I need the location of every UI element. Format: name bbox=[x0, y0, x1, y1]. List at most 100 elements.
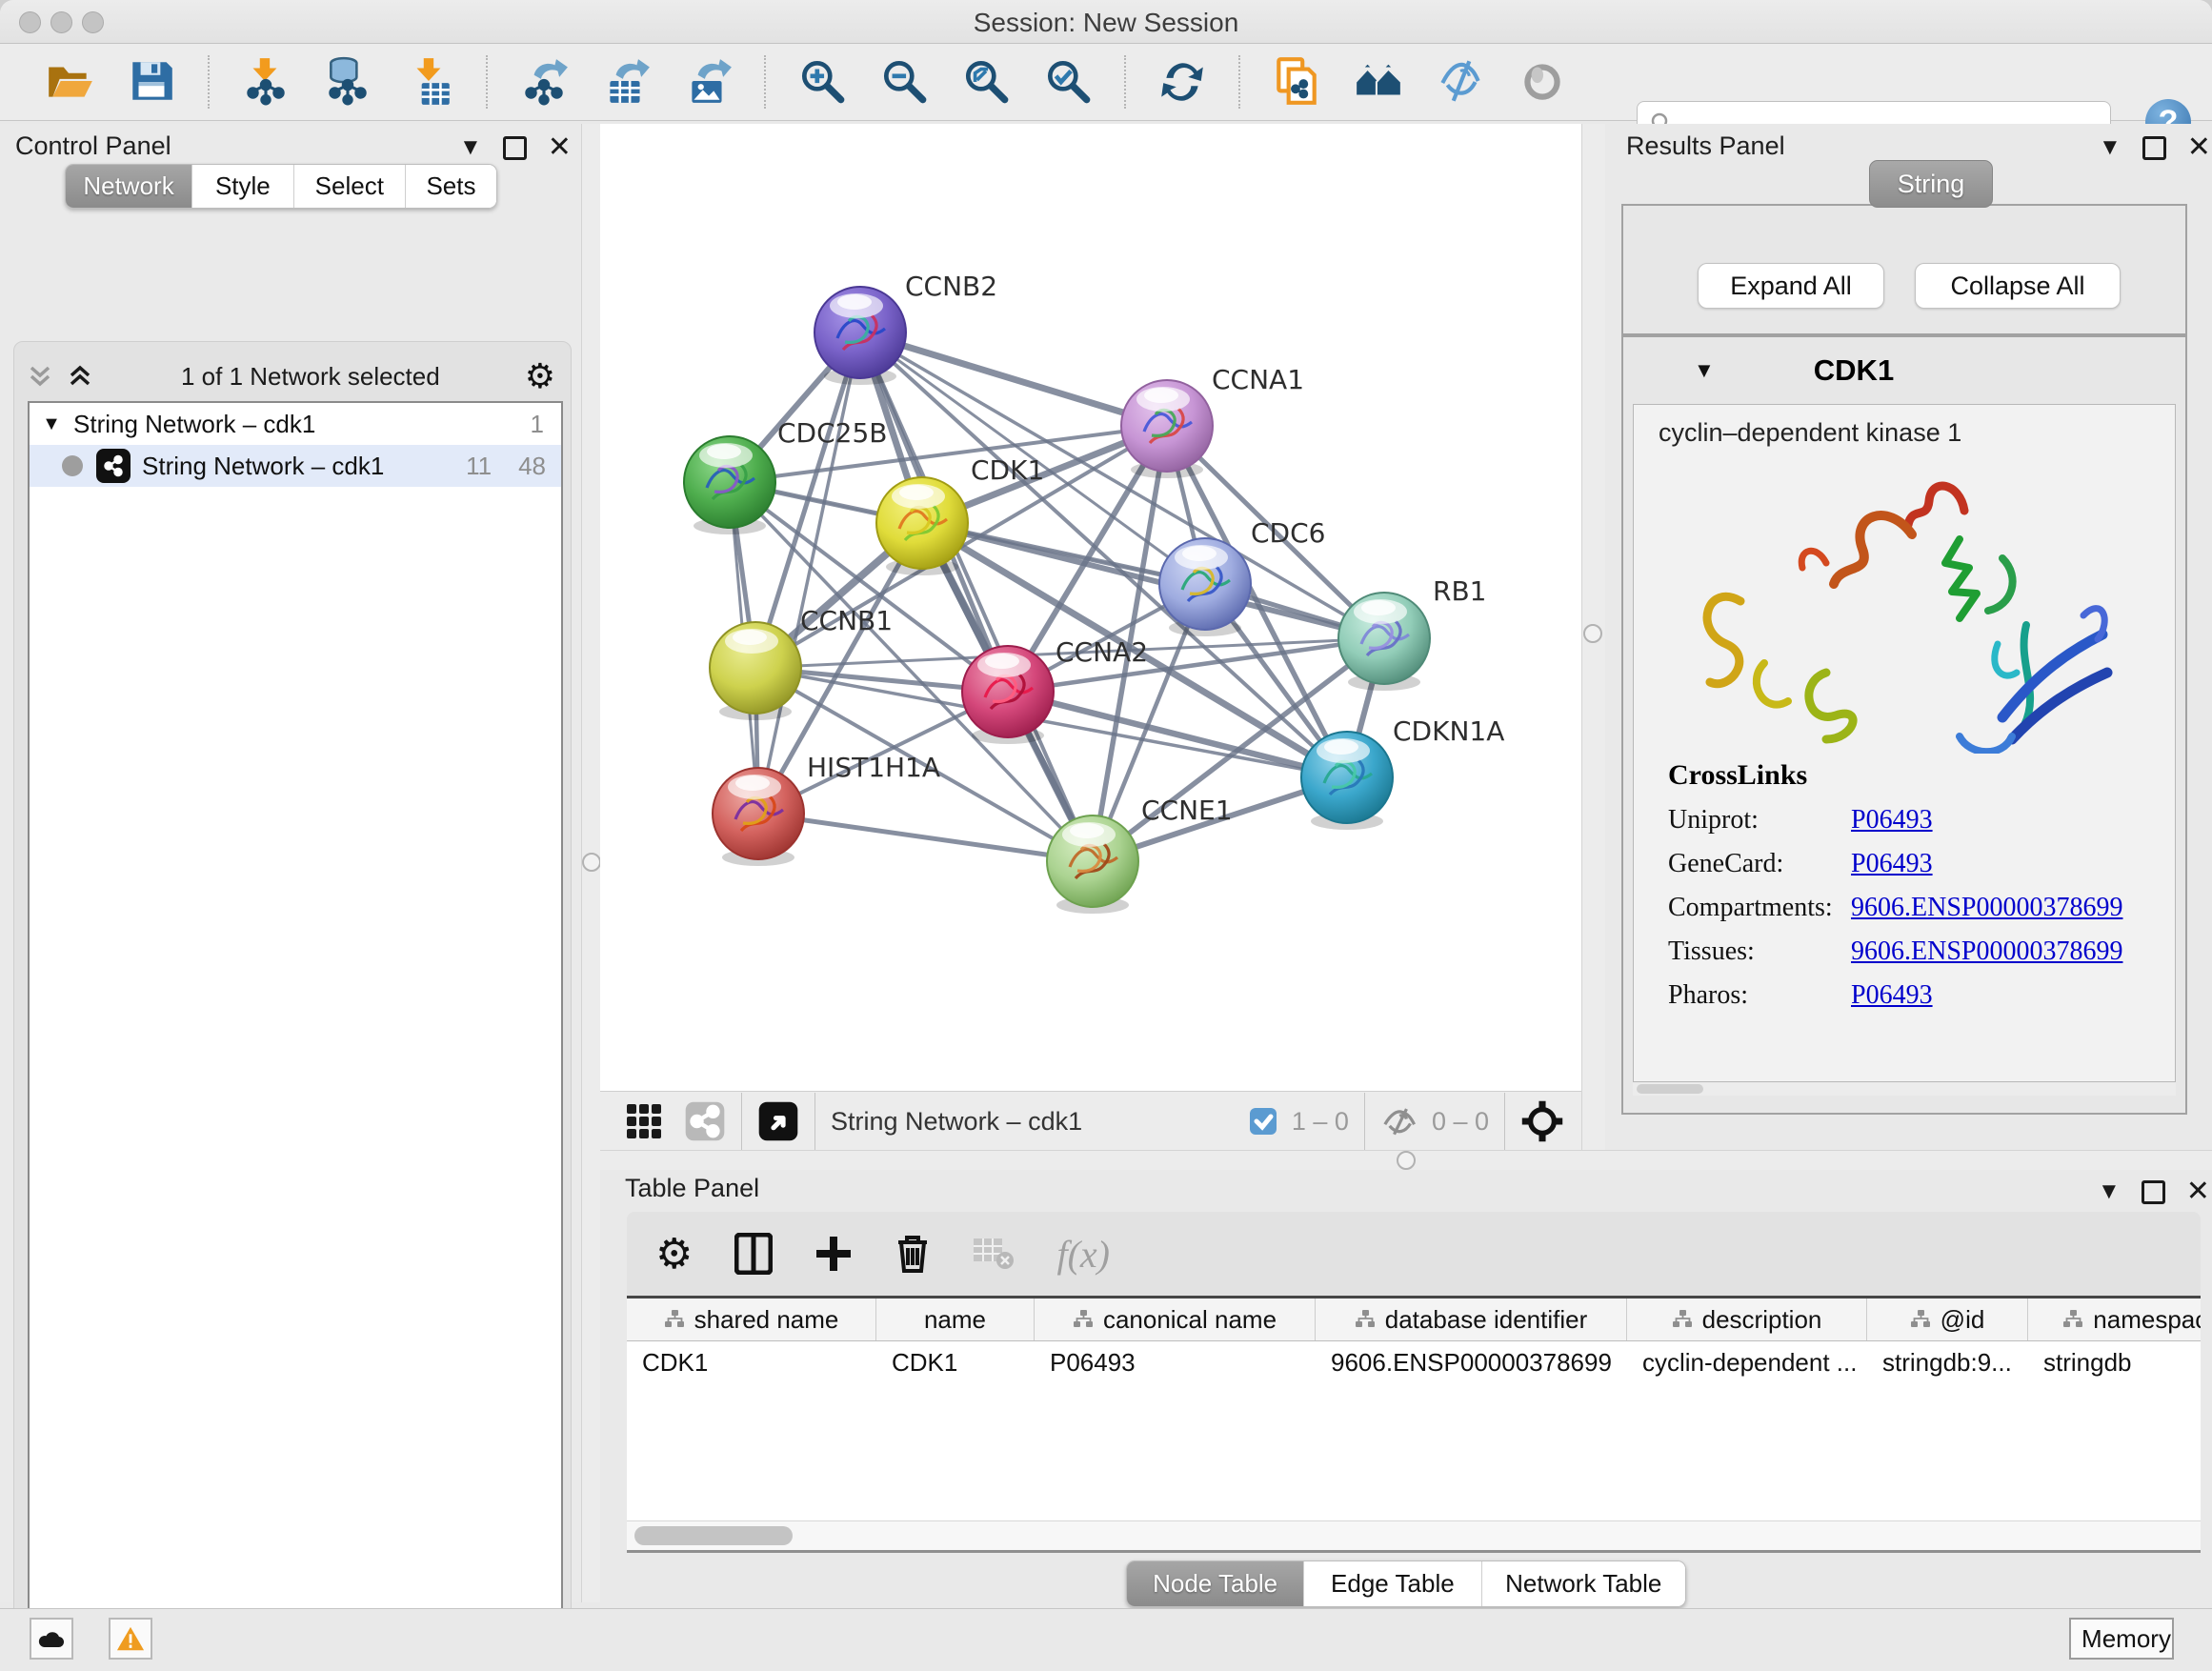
hide-selected-button[interactable] bbox=[1433, 54, 1488, 110]
export-image-button[interactable] bbox=[680, 54, 735, 110]
column-header-database-identifier[interactable]: database identifier bbox=[1316, 1299, 1627, 1340]
column-header--id[interactable]: @id bbox=[1867, 1299, 2028, 1340]
close-panel-icon[interactable]: ✕ bbox=[2186, 1178, 2210, 1206]
import-table-button[interactable] bbox=[402, 54, 457, 110]
network-node-HIST1H1A[interactable]: HIST1H1A bbox=[713, 752, 940, 866]
zoom-out-button[interactable] bbox=[876, 54, 932, 110]
right-splitter[interactable] bbox=[1581, 124, 1607, 1150]
collapse-panel-icon[interactable]: ▼ bbox=[2099, 136, 2122, 159]
column-header-description[interactable]: description bbox=[1627, 1299, 1867, 1340]
delete-column-trash-icon[interactable] bbox=[895, 1233, 931, 1275]
table-cell[interactable]: stringdb:9... bbox=[1867, 1341, 2028, 1383]
network-node-CCNA1[interactable]: CCNA1 bbox=[1121, 364, 1304, 478]
export-table-button[interactable] bbox=[598, 54, 654, 110]
tab-network-table[interactable]: Network Table bbox=[1482, 1561, 1686, 1606]
collapse-all-button[interactable]: Collapse All bbox=[1915, 263, 2121, 309]
close-panel-icon[interactable]: ✕ bbox=[2187, 133, 2211, 162]
share-view-icon[interactable] bbox=[684, 1100, 726, 1142]
collapse-all-icon[interactable] bbox=[24, 362, 56, 391]
network-overview-button[interactable] bbox=[1351, 54, 1406, 110]
network-node-RB1[interactable]: RB1 bbox=[1338, 575, 1486, 691]
table-options-gear-icon[interactable]: ⚙ bbox=[655, 1230, 693, 1278]
column-header-namespace[interactable]: namespace bbox=[2028, 1299, 2201, 1340]
network-edge-CCNB2-HIST1H1A[interactable] bbox=[758, 332, 860, 814]
network-row[interactable]: String Network – cdk1 11 48 bbox=[30, 445, 561, 487]
table-cell[interactable]: 9606.ENSP00000378699 bbox=[1316, 1341, 1627, 1383]
gene-section-header[interactable]: ▼ CDK1 bbox=[1623, 337, 2185, 404]
warning-button[interactable] bbox=[109, 1618, 152, 1660]
network-edge-HIST1H1A-CCNE1[interactable] bbox=[758, 814, 1093, 861]
zoom-fit-button[interactable] bbox=[958, 54, 1014, 110]
network-collection-row[interactable]: ▼ String Network – cdk1 1 bbox=[30, 403, 561, 445]
birdseye-view-icon[interactable] bbox=[757, 1100, 799, 1142]
crosslink-link[interactable]: 9606.ENSP00000378699 bbox=[1851, 936, 2122, 967]
float-panel-icon[interactable] bbox=[2142, 1180, 2165, 1204]
function-builder-icon[interactable]: f(x) bbox=[1056, 1232, 1110, 1277]
memory-button[interactable]: Memory bbox=[2069, 1618, 2174, 1660]
tab-select[interactable]: Select bbox=[294, 165, 406, 208]
column-header-canonical-name[interactable]: canonical name bbox=[1035, 1299, 1316, 1340]
expand-all-icon[interactable] bbox=[64, 362, 96, 391]
crosslink-label: Pharos: bbox=[1668, 980, 1851, 1011]
table-cell[interactable]: CDK1 bbox=[876, 1341, 1035, 1383]
tab-sets[interactable]: Sets bbox=[406, 165, 496, 208]
tab-network[interactable]: Network bbox=[66, 165, 192, 208]
show-columns-icon[interactable] bbox=[734, 1233, 773, 1275]
network-node-CCNE1[interactable]: CCNE1 bbox=[1047, 795, 1233, 914]
column-header-name[interactable]: name bbox=[876, 1299, 1035, 1340]
network-options-gear-icon[interactable]: ⚙ bbox=[525, 356, 555, 396]
delete-table-icon[interactable] bbox=[973, 1238, 1015, 1270]
tab-style[interactable]: Style bbox=[192, 165, 294, 208]
float-panel-icon[interactable] bbox=[2142, 136, 2166, 160]
tree-expander-icon[interactable]: ▼ bbox=[30, 413, 73, 435]
table-cell[interactable]: P06493 bbox=[1035, 1341, 1316, 1383]
left-splitter-handle[interactable] bbox=[582, 853, 601, 872]
export-network-button[interactable] bbox=[516, 54, 572, 110]
tab-string[interactable]: String bbox=[1869, 160, 1993, 208]
collapse-panel-icon[interactable]: ▼ bbox=[2098, 1180, 2121, 1203]
grid-view-icon[interactable] bbox=[625, 1102, 663, 1140]
right-splitter-handle[interactable] bbox=[1583, 624, 1602, 643]
crosslink-link[interactable]: 9606.ENSP00000378699 bbox=[1851, 893, 2122, 923]
scrollbar-thumb[interactable] bbox=[1637, 1084, 1703, 1094]
float-panel-icon[interactable] bbox=[503, 136, 527, 160]
close-panel-icon[interactable]: ✕ bbox=[548, 133, 572, 162]
fit-selected-crosshair-icon[interactable] bbox=[1520, 1099, 1564, 1143]
network-canvas[interactable]: CCNB2CCNA1CDC25BCDK1CDC6RB1CCNB1CCNA2CDK… bbox=[600, 124, 1581, 1091]
cloud-button[interactable] bbox=[30, 1618, 73, 1660]
scrollbar-thumb[interactable] bbox=[634, 1526, 793, 1545]
left-splitter[interactable] bbox=[581, 124, 602, 1602]
zoom-selected-button[interactable] bbox=[1040, 54, 1096, 110]
table-cell[interactable]: cyclin-dependent ... bbox=[1627, 1341, 1867, 1383]
selected-checkbox-icon[interactable] bbox=[1248, 1106, 1278, 1137]
zoom-in-button[interactable] bbox=[794, 54, 850, 110]
tab-node-table[interactable]: Node Table bbox=[1127, 1561, 1304, 1606]
gene-section-scrollbar[interactable] bbox=[1633, 1082, 2176, 1096]
open-file-button[interactable] bbox=[42, 54, 97, 110]
column-header-shared-name[interactable]: shared name bbox=[627, 1299, 876, 1340]
expand-all-button[interactable]: Expand All bbox=[1698, 263, 1884, 309]
network-edge-CCNB2-CCNA1[interactable] bbox=[860, 332, 1167, 426]
clone-network-button[interactable] bbox=[1269, 54, 1324, 110]
table-hscrollbar[interactable] bbox=[627, 1520, 2201, 1550]
bottom-splitter[interactable] bbox=[600, 1150, 2212, 1172]
save-session-icon bbox=[126, 55, 177, 110]
table-cell[interactable]: stringdb bbox=[2028, 1341, 2201, 1383]
network-node-CDKN1A[interactable]: CDKN1A bbox=[1301, 715, 1504, 830]
save-session-button[interactable] bbox=[124, 54, 179, 110]
table-cell[interactable]: CDK1 bbox=[627, 1341, 876, 1383]
crosslink-link[interactable]: P06493 bbox=[1851, 849, 1933, 879]
table-row[interactable]: CDK1CDK1P064939606.ENSP00000378699cyclin… bbox=[627, 1341, 2201, 1383]
import-network-database-button[interactable] bbox=[320, 54, 375, 110]
show-all-button[interactable] bbox=[1515, 54, 1570, 110]
bottom-splitter-handle[interactable] bbox=[1397, 1151, 1416, 1170]
add-column-icon[interactable] bbox=[814, 1235, 853, 1273]
refresh-layout-button[interactable] bbox=[1155, 54, 1210, 110]
import-network-file-button[interactable] bbox=[238, 54, 293, 110]
tab-edge-table[interactable]: Edge Table bbox=[1304, 1561, 1481, 1606]
crosslink-link[interactable]: P06493 bbox=[1851, 805, 1933, 836]
hidden-eye-icon[interactable] bbox=[1380, 1105, 1420, 1137]
section-expander-icon[interactable]: ▼ bbox=[1694, 358, 1715, 383]
collapse-panel-icon[interactable]: ▼ bbox=[459, 136, 482, 159]
crosslink-link[interactable]: P06493 bbox=[1851, 980, 1933, 1011]
